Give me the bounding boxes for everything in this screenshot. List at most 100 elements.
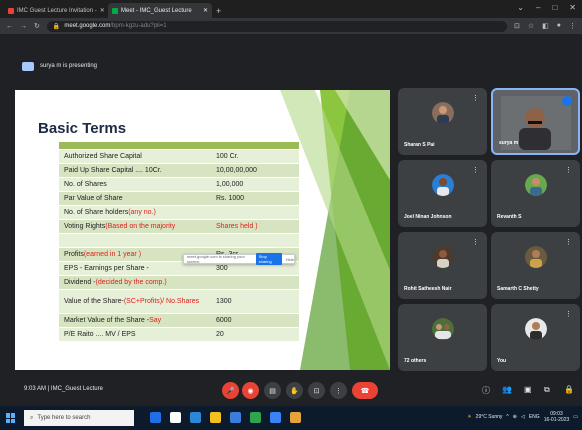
- url-path: /bpm-kgzu-adu?pli=1: [110, 23, 167, 29]
- mic-off-button[interactable]: 🎤: [222, 382, 239, 399]
- table-row: [59, 234, 299, 248]
- bookmark-star-icon[interactable]: ☆: [528, 22, 534, 30]
- participant-tile[interactable]: ⋮ Samarth C Shetty: [491, 232, 580, 299]
- more-options-icon[interactable]: ⋮: [472, 238, 479, 246]
- extension-icon[interactable]: ◧: [542, 22, 549, 30]
- browser-tab-invitation[interactable]: IMC Guest Lecture Invitation - ✕: [4, 3, 108, 18]
- lock-icon: 🔒: [52, 23, 61, 30]
- term-label: Paid Up Share Capital .... 10Cr.: [59, 164, 211, 177]
- chat-icon[interactable]: ▣: [524, 385, 532, 394]
- term-text: No. of Shares: [64, 181, 107, 188]
- task-view-icon[interactable]: [150, 412, 161, 423]
- shared-slide: Basic Terms Authorized Share Capital 100 …: [15, 90, 390, 370]
- participant-tile[interactable]: ⋮ Sharan S Pai: [398, 88, 487, 155]
- mail-icon[interactable]: [270, 412, 281, 423]
- file-explorer-icon[interactable]: [210, 412, 221, 423]
- chevron-up-icon[interactable]: ^: [506, 414, 508, 420]
- clock[interactable]: 09:03 16-01-2023: [544, 411, 570, 423]
- windows-start-icon[interactable]: [6, 413, 16, 423]
- term-value: 100 Cr.: [216, 153, 239, 160]
- reload-icon[interactable]: ↻: [34, 22, 40, 30]
- more-options-icon[interactable]: ⋮: [472, 166, 479, 174]
- raise-hand-button[interactable]: ✋: [286, 382, 303, 399]
- window-controls: ⌄ – □ ✕: [517, 3, 576, 12]
- back-icon[interactable]: ←: [6, 23, 13, 30]
- kebab-menu-icon[interactable]: ⋮: [569, 22, 576, 30]
- close-window-icon[interactable]: ✕: [569, 3, 576, 12]
- maximize-icon[interactable]: □: [552, 3, 557, 12]
- avatar: [432, 246, 454, 268]
- more-options-icon[interactable]: ⋮: [565, 166, 572, 174]
- self-tile[interactable]: ⋮ You: [491, 304, 580, 371]
- minimize-icon[interactable]: –: [536, 3, 540, 12]
- meeting-details-icon[interactable]: ⓘ: [482, 385, 490, 396]
- camera-icon[interactable]: ⊡: [514, 22, 520, 30]
- avatar: [432, 174, 454, 196]
- forward-icon[interactable]: →: [20, 23, 27, 30]
- store-icon[interactable]: [230, 412, 241, 423]
- screen-share-popup: meet.google.com is sharing your screen. …: [183, 253, 295, 265]
- term-value: [211, 276, 299, 289]
- chrome-icon[interactable]: [250, 412, 261, 423]
- speaking-indicator-icon: [562, 96, 572, 106]
- activities-icon[interactable]: ⧉: [544, 385, 550, 395]
- participant-name: Joel Ninan Johnson: [404, 214, 452, 220]
- more-options-button[interactable]: ⋮: [330, 382, 347, 399]
- camera-off-button[interactable]: ◉: [242, 382, 259, 399]
- language-indicator[interactable]: ENG: [529, 414, 540, 420]
- hide-button[interactable]: Hide: [286, 257, 294, 262]
- participant-tile[interactable]: ⋮ Rohit Satheesh Nair: [398, 232, 487, 299]
- term-value: 6000: [216, 317, 232, 324]
- term-note: (decided by the comp.): [95, 279, 167, 286]
- notification-icon[interactable]: ▭: [573, 414, 578, 420]
- term-label: [59, 234, 211, 247]
- term-text: Par Value of Share: [64, 195, 123, 202]
- browser-tab-strip: IMC Guest Lecture Invitation - ✕ Meet - …: [0, 0, 582, 18]
- present-button[interactable]: ⊡: [308, 382, 325, 399]
- browser-tab-meet[interactable]: Meet - IMC_Guest Lecture ✕: [108, 3, 212, 18]
- term-label: Par Value of Share: [59, 192, 211, 205]
- term-text: Profits: [64, 251, 84, 258]
- close-icon[interactable]: ✕: [100, 7, 105, 14]
- term-note: (Based on the majority: [105, 223, 176, 230]
- others-tile[interactable]: 72 others: [398, 304, 487, 371]
- table-row: No. of Shares 1,00,000: [59, 178, 299, 192]
- term-label: P/E Raito .... MV / EPS: [59, 328, 211, 341]
- network-icon[interactable]: ⊕: [513, 414, 517, 420]
- weather-text[interactable]: 29°C Sunny: [476, 414, 503, 420]
- term-text: Market Value of the Share -: [64, 317, 150, 324]
- participant-tile[interactable]: ⋮ Joel Ninan Johnson: [398, 160, 487, 227]
- stop-sharing-button[interactable]: Stop sharing: [255, 253, 282, 265]
- leave-call-button[interactable]: ☎: [352, 382, 378, 399]
- more-options-icon[interactable]: ⋮: [565, 238, 572, 246]
- people-icon[interactable]: 👥: [502, 385, 512, 394]
- participant-name: Sharan S Pai: [404, 142, 435, 148]
- term-value: 20: [216, 331, 224, 338]
- table-row: Dividend - (decided by the comp.): [59, 276, 299, 290]
- profile-icon[interactable]: ●: [557, 22, 561, 30]
- tab-search-icon[interactable]: ⌄: [517, 3, 524, 12]
- term-text: EPS - Earnings per Share -: [64, 265, 149, 272]
- participant-tile-speaker[interactable]: surya m: [491, 88, 580, 155]
- term-value: 1300: [216, 298, 232, 305]
- cortana-icon[interactable]: [170, 412, 181, 423]
- url-host: meet.google.com: [64, 23, 111, 29]
- taskbar-search-box[interactable]: ⌕ Type here to search: [24, 410, 134, 426]
- app-icon[interactable]: [290, 412, 301, 423]
- meeting-controls: 9:03 AM | IMC_Guest Lecture 🎤 ◉ ▤ ✋ ⊡ ⋮ …: [0, 378, 582, 404]
- participant-tile[interactable]: ⋮ Revanth S: [491, 160, 580, 227]
- more-options-icon[interactable]: ⋮: [565, 310, 572, 318]
- captions-button[interactable]: ▤: [264, 382, 281, 399]
- avatar: [525, 246, 547, 268]
- url-field[interactable]: 🔒 meet.google.com /bpm-kgzu-adu?pli=1: [46, 20, 507, 32]
- system-tray: ☀ 29°C Sunny ^ ⊕ ◁ ENG 09:03 16-01-2023 …: [467, 411, 578, 423]
- more-options-icon[interactable]: ⋮: [472, 94, 479, 102]
- close-icon[interactable]: ✕: [203, 7, 208, 14]
- term-label: Value of the Share- (SC+Profits)/ No.Shar…: [59, 290, 211, 313]
- new-tab-button[interactable]: +: [216, 6, 221, 16]
- term-value: Shares held ): [216, 223, 258, 230]
- weather-icon: ☀: [467, 414, 472, 420]
- volume-icon[interactable]: ◁: [521, 414, 525, 420]
- host-controls-icon[interactable]: 🔒: [564, 385, 574, 394]
- edge-icon[interactable]: [190, 412, 201, 423]
